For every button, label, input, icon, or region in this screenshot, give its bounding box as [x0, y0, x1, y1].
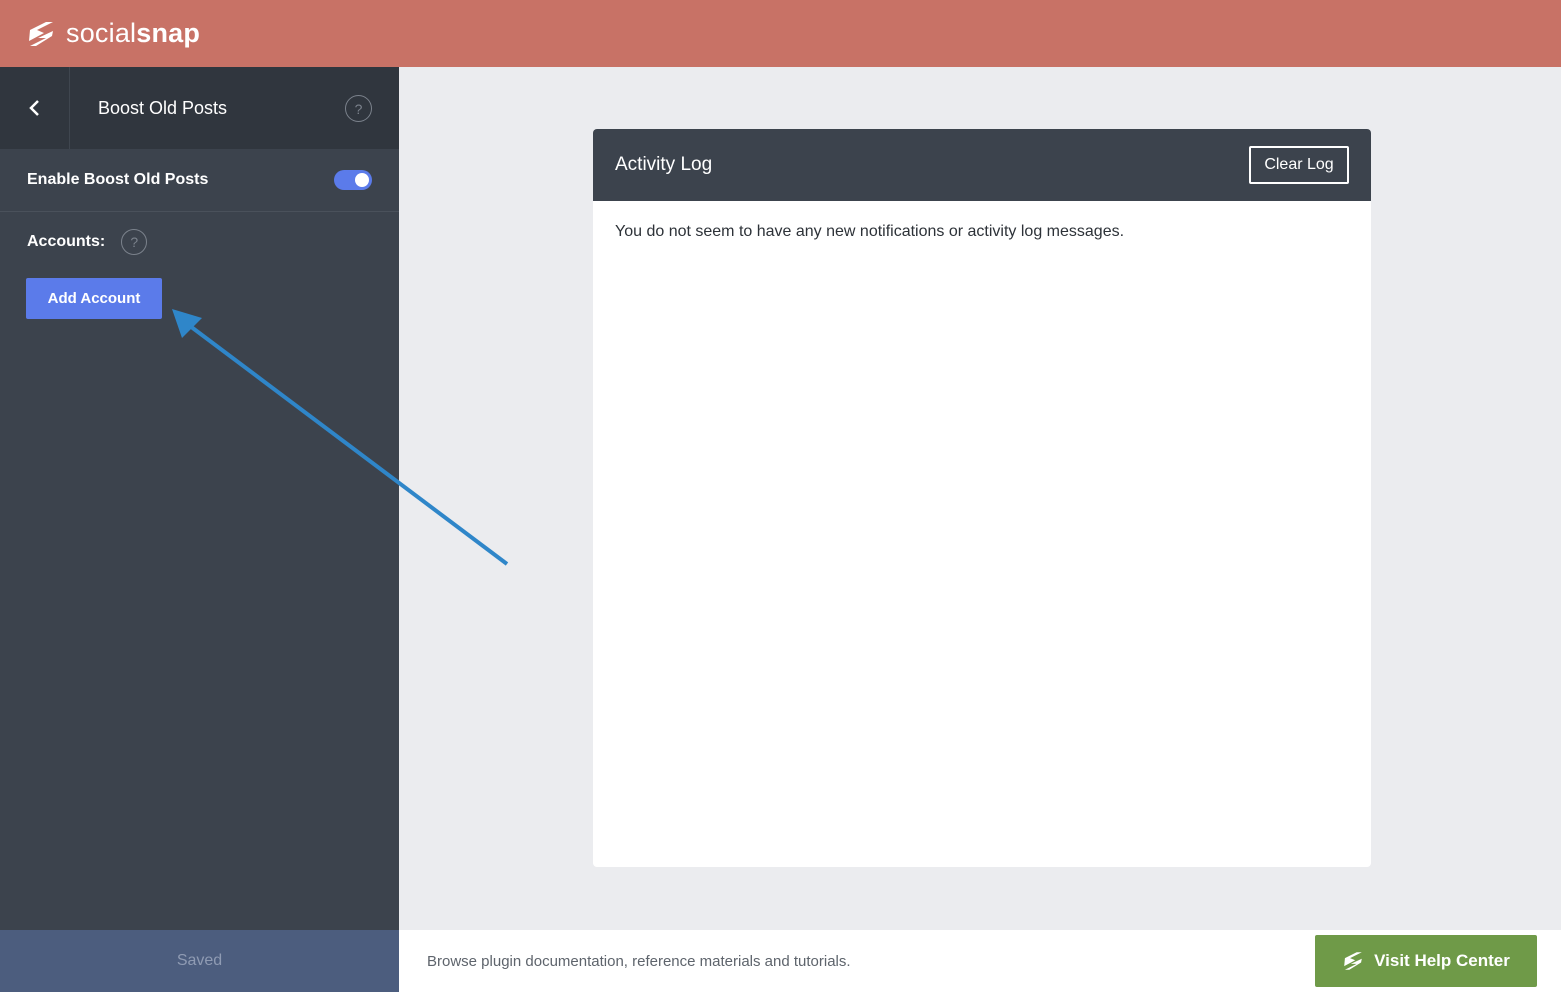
- enable-boost-row: Enable Boost Old Posts: [0, 149, 399, 212]
- activity-log-header: Activity Log Clear Log: [593, 129, 1371, 201]
- socialsnap-bolt-icon: [1344, 952, 1362, 970]
- chevron-left-icon: [28, 100, 39, 116]
- top-bar: socialsnap: [0, 0, 1561, 67]
- accounts-row: Accounts: ?: [0, 212, 399, 255]
- socialsnap-logo-icon: [29, 21, 53, 46]
- footer-text: Browse plugin documentation, reference m…: [427, 952, 851, 970]
- saved-bar: Saved: [0, 930, 399, 992]
- add-account-button[interactable]: Add Account: [26, 278, 162, 319]
- accounts-help-icon[interactable]: ?: [121, 229, 148, 255]
- footer: Browse plugin documentation, reference m…: [399, 930, 1561, 992]
- sidebar-header: Boost Old Posts ?: [0, 67, 399, 149]
- accounts-label: Accounts:: [27, 233, 106, 250]
- enable-boost-label: Enable Boost Old Posts: [27, 171, 209, 188]
- enable-boost-toggle[interactable]: [334, 170, 372, 190]
- activity-log-panel: Activity Log Clear Log You do not seem t…: [593, 129, 1371, 867]
- visit-help-center-label: Visit Help Center: [1374, 951, 1510, 970]
- activity-log-message: You do not seem to have any new notifica…: [615, 223, 1125, 240]
- help-circle-icon[interactable]: ?: [345, 95, 372, 122]
- back-button[interactable]: [0, 67, 70, 149]
- sidebar-title: Boost Old Posts: [98, 97, 228, 118]
- sidebar: Boost Old Posts ? Enable Boost Old Posts…: [0, 67, 399, 930]
- brand-logo[interactable]: socialsnap: [26, 18, 200, 49]
- activity-log-title: Activity Log: [615, 154, 713, 175]
- brand-name: socialsnap: [66, 18, 201, 48]
- visit-help-center-button[interactable]: Visit Help Center: [1315, 935, 1537, 987]
- clear-log-button[interactable]: Clear Log: [1249, 146, 1349, 184]
- saved-label: Saved: [176, 952, 223, 969]
